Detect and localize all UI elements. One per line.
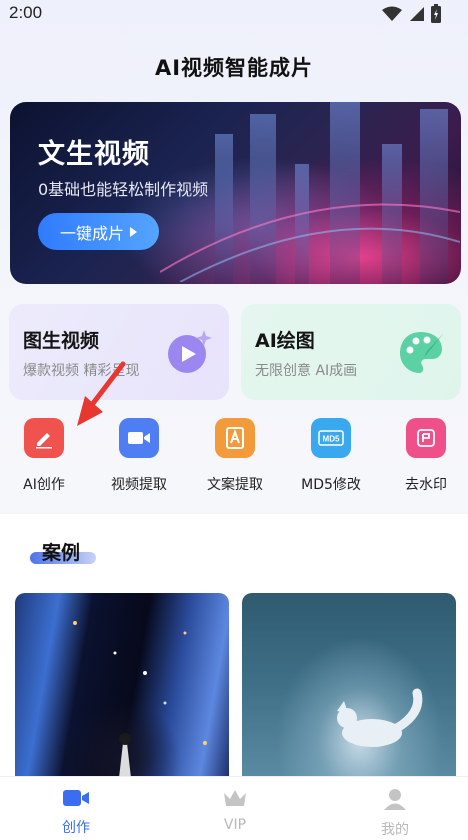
tool-label: 去水印 bbox=[405, 477, 447, 493]
case-thumbnail[interactable] bbox=[242, 593, 456, 778]
md5-icon: MD5 bbox=[311, 418, 351, 458]
pointer-arrow-icon bbox=[77, 361, 126, 426]
bottom-tab-bar: 创作 VIP 我的 bbox=[0, 776, 468, 840]
card-subtitle: 无限创意 AI成画 bbox=[255, 363, 358, 379]
user-icon bbox=[384, 789, 406, 810]
status-time: 2:00 bbox=[9, 3, 43, 22]
tool-label: MD5修改 bbox=[301, 477, 361, 493]
tab-label: 创作 bbox=[62, 820, 90, 836]
one-click-create-button[interactable]: 一键成片 bbox=[38, 213, 159, 250]
hero-subtitle: 0基础也能轻松制作视频 bbox=[38, 180, 209, 199]
one-click-create-label: 一键成片 bbox=[59, 225, 124, 243]
card-title: 图生视频 bbox=[23, 330, 100, 352]
video-camera-icon bbox=[63, 790, 89, 806]
play-triangle-icon bbox=[130, 226, 137, 237]
status-bar: 2:00 bbox=[0, 0, 468, 28]
tab-vip[interactable]: VIP bbox=[200, 787, 270, 833]
wifi-icon bbox=[382, 6, 402, 21]
tab-label: VIP bbox=[223, 817, 247, 833]
document-a-icon bbox=[215, 418, 255, 458]
tool-copy-extract[interactable]: 文案提取 bbox=[195, 418, 275, 494]
tool-remove-watermark[interactable]: 去水印 bbox=[386, 418, 466, 494]
hero-light-streak bbox=[160, 203, 460, 282]
signal-icon bbox=[410, 7, 424, 21]
palette-icon bbox=[400, 332, 443, 373]
section-title: 案例 bbox=[42, 542, 81, 564]
tab-create[interactable]: 创作 bbox=[41, 787, 111, 837]
case-fox-decor bbox=[337, 688, 423, 747]
tab-mine[interactable]: 我的 bbox=[360, 787, 430, 839]
card-ai-drawing[interactable]: AI绘图 无限创意 AI成画 bbox=[241, 304, 461, 400]
status-icons bbox=[382, 4, 442, 24]
page-title: AI视频智能成片 bbox=[154, 56, 314, 80]
card-title: AI绘图 bbox=[255, 330, 315, 352]
hero-banner-text-to-video[interactable]: 文生视频 0基础也能轻松制作视频 一键成片 bbox=[10, 102, 461, 284]
tab-label: 我的 bbox=[381, 822, 409, 838]
tool-label: AI创作 bbox=[23, 477, 65, 493]
case-stars-decor bbox=[73, 621, 207, 778]
svg-text:MD5: MD5 bbox=[323, 435, 340, 444]
tool-md5-modify[interactable]: MD5 MD5修改 bbox=[291, 418, 371, 494]
cases-header: 案例 bbox=[30, 538, 96, 565]
crown-icon bbox=[224, 790, 246, 806]
hero-title: 文生视频 bbox=[38, 139, 150, 170]
tool-label: 视频提取 bbox=[111, 477, 167, 493]
stamp-icon bbox=[406, 418, 446, 458]
video-sparkle-icon bbox=[168, 330, 212, 373]
case-thumbnail[interactable] bbox=[15, 593, 229, 778]
tool-label: 文案提取 bbox=[207, 477, 263, 493]
battery-icon bbox=[431, 4, 441, 23]
